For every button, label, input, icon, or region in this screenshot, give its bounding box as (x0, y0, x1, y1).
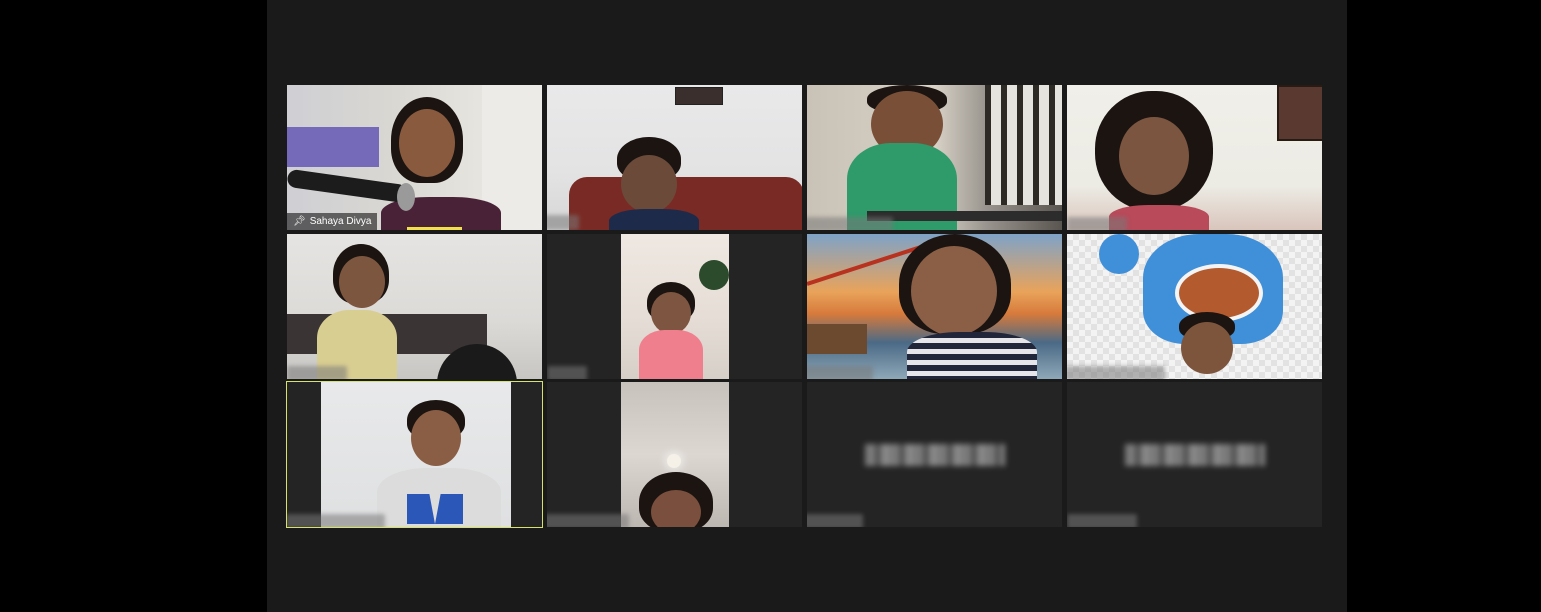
participant-name-label (287, 366, 347, 379)
wall-frame (675, 87, 723, 105)
participant-tile-7[interactable] (807, 234, 1062, 379)
keyboard (867, 211, 1062, 221)
participant-face (1119, 117, 1189, 195)
participant-face (399, 109, 455, 177)
microphone (287, 168, 408, 204)
participant-shirt (639, 330, 703, 379)
participant-tile-9[interactable] (286, 381, 543, 528)
gallery-view: 📌︎ Sahaya Divya (286, 85, 1325, 528)
participant-face (339, 256, 385, 308)
participant-name-placeholder (1124, 443, 1265, 466)
participant-name-label (547, 366, 587, 379)
shark-fin (1099, 234, 1139, 274)
participant-name-label (547, 215, 579, 230)
shelf-object (287, 127, 379, 167)
participant-tile-8[interactable] (1067, 234, 1322, 379)
participant-shirt (907, 332, 1037, 379)
participant-face (1181, 322, 1233, 374)
participant-face (621, 155, 677, 213)
participant-name-label (807, 514, 863, 527)
participant-video (621, 382, 729, 527)
participant-face (651, 490, 701, 527)
plant (699, 260, 729, 290)
participant-tile-5[interactable] (287, 234, 542, 379)
window-grille (985, 85, 1062, 205)
wall-frame (1277, 85, 1322, 141)
ceiling-light (667, 454, 681, 468)
video-frame (321, 382, 511, 527)
participant-name-placeholder (864, 443, 1005, 466)
participant-video (807, 234, 1062, 379)
participant-tile-6[interactable] (547, 234, 802, 379)
audio-level-bar (407, 227, 462, 230)
participant-video (621, 234, 729, 379)
participant-name-label (287, 514, 385, 527)
participant-tile-10[interactable] (547, 382, 802, 527)
participant-video (547, 85, 802, 230)
participant-face (651, 292, 691, 334)
microphone-head (397, 183, 415, 211)
participant-tile-4[interactable] (1067, 85, 1322, 230)
participant-video (287, 234, 542, 379)
participant-name-label (807, 366, 873, 379)
participant-video (287, 382, 542, 527)
pin-icon: 📌︎ (293, 216, 306, 227)
hillside (807, 324, 867, 354)
participant-name-label (1067, 514, 1137, 527)
participant-tile-12[interactable] (1067, 382, 1322, 527)
participant-tile-11[interactable] (807, 382, 1062, 527)
shirt-print (407, 494, 463, 524)
participant-tile-2[interactable] (547, 85, 802, 230)
participant-name-label (547, 514, 629, 527)
participant-tile-1[interactable]: 📌︎ Sahaya Divya (287, 85, 542, 230)
participant-name-label (807, 217, 893, 230)
participant-name-label: 📌︎ Sahaya Divya (287, 213, 378, 230)
participant-name: Sahaya Divya (309, 216, 372, 227)
participant-shirt (609, 209, 699, 230)
participant-face (911, 246, 997, 336)
participant-video (1067, 85, 1322, 230)
participant-name-label (1067, 366, 1165, 379)
participant-video (287, 85, 542, 230)
participant-name-label (1067, 217, 1127, 230)
participant-video (1067, 234, 1322, 379)
participant-shirt (377, 468, 501, 527)
participant-video (807, 85, 1062, 230)
participant-face (411, 410, 461, 466)
participant-tile-3[interactable] (807, 85, 1062, 230)
zoom-meeting-window: 📌︎ Sahaya Divya (267, 0, 1347, 612)
